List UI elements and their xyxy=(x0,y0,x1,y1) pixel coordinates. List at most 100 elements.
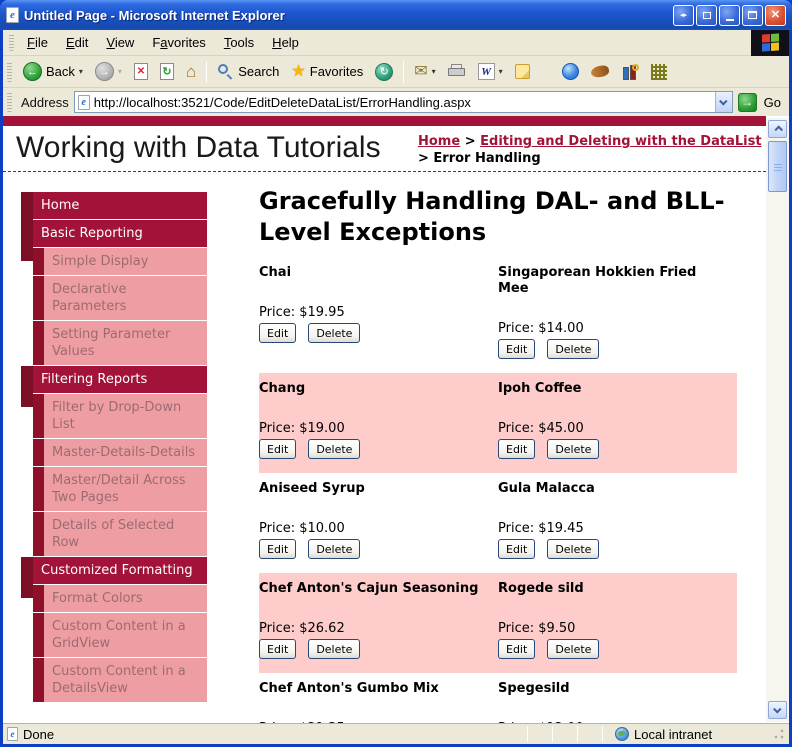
home-button[interactable]: ⌂ xyxy=(181,60,201,83)
standard-toolbar: ← Back ▾ → ▾ ✕ ↻ ⌂ Search ★ Favorites ↻ … xyxy=(3,56,789,88)
site-header: Working with Data Tutorials Home > Editi… xyxy=(3,126,766,172)
product-name: Chef Anton's Gumbo Mix xyxy=(259,681,439,696)
word-dropdown-icon[interactable]: ▾ xyxy=(499,67,503,76)
mail-button[interactable]: ✉ ▾ xyxy=(409,61,440,83)
product-item-chai: Chai Price: $19.95 Edit Delete xyxy=(259,265,498,359)
toolbar-separator xyxy=(403,60,405,83)
sidebar-item-setting-parameter-values[interactable]: Setting Parameter Values xyxy=(33,321,207,365)
product-name: Chef Anton's Cajun Seasoning xyxy=(259,581,479,596)
sidebar-item-simple-display[interactable]: Simple Display xyxy=(33,248,207,275)
product-price: Price: $45.00 xyxy=(498,421,584,436)
sidebar-item-home[interactable]: Home xyxy=(21,192,207,233)
print-button[interactable] xyxy=(443,61,471,82)
sidebar-item-customized-formatting[interactable]: Customized Formatting xyxy=(21,557,207,598)
go-button[interactable]: → xyxy=(737,92,757,112)
edit-button[interactable]: Edit xyxy=(498,339,536,359)
msn-button[interactable] xyxy=(557,60,584,83)
menu-favorites[interactable]: Favorites xyxy=(143,32,214,53)
reference-button[interactable] xyxy=(616,61,644,83)
product-name: Singaporean Hokkien Fried Mee xyxy=(498,265,697,296)
delete-button[interactable]: Delete xyxy=(547,439,600,459)
edit-button[interactable]: Edit xyxy=(498,639,536,659)
sidebar-item-basic-reporting[interactable]: Basic Reporting xyxy=(21,220,207,261)
forward-dropdown-icon[interactable]: ▾ xyxy=(118,67,122,76)
vertical-scrollbar[interactable] xyxy=(766,118,789,722)
sidebar-item-filter-by-drop-down-list[interactable]: Filter by Drop-Down List xyxy=(33,394,207,438)
breadcrumb-home-link[interactable]: Home xyxy=(418,134,460,149)
research-button[interactable] xyxy=(586,63,614,80)
addressbar-grip[interactable] xyxy=(7,92,12,112)
menu-file[interactable]: File xyxy=(18,32,57,53)
sidebar-item-custom-content-in-a-gridview[interactable]: Custom Content in a GridView xyxy=(33,613,207,657)
edit-with-word-button[interactable]: W ▾ xyxy=(473,60,508,83)
product-datalist: Chai Price: $19.95 Edit Delete Singaporean H… xyxy=(259,257,737,723)
delete-button[interactable]: Delete xyxy=(308,539,361,559)
refresh-button[interactable]: ↻ xyxy=(155,60,179,83)
edit-button[interactable]: Edit xyxy=(259,539,297,559)
search-icon xyxy=(217,63,234,80)
go-label: Go xyxy=(763,94,781,110)
sidebar-item-filtering-reports[interactable]: Filtering Reports xyxy=(21,366,207,407)
scroll-up-button[interactable] xyxy=(768,120,787,138)
delete-button[interactable]: Delete xyxy=(547,639,600,659)
menu-tools[interactable]: Tools xyxy=(215,32,263,53)
delete-button[interactable]: Delete xyxy=(308,439,361,459)
favorites-button[interactable]: ★ Favorites xyxy=(286,61,368,83)
window-title: Untitled Page - Microsoft Internet Explo… xyxy=(24,7,285,23)
breadcrumb-section-link[interactable]: Editing and Deleting with the DataList xyxy=(480,134,761,149)
messenger-button[interactable] xyxy=(646,61,672,83)
sidebar-item-master-details-details[interactable]: Master-Details-Details xyxy=(33,439,207,466)
forward-button[interactable]: → ▾ xyxy=(90,59,127,84)
title-bar[interactable]: e Untitled Page - Microsoft Internet Exp… xyxy=(0,0,792,30)
mail-dropdown-icon[interactable]: ▾ xyxy=(432,67,436,76)
sidebar-item-master-detail-across-two-pages[interactable]: Master/Detail Across Two Pages xyxy=(33,467,207,511)
stop-icon: ✕ xyxy=(133,63,148,80)
popout-button[interactable] xyxy=(696,4,717,26)
address-field[interactable]: e http://localhost:3521/Code/EditDeleteD… xyxy=(73,91,733,113)
toolbar-grip[interactable] xyxy=(7,60,12,83)
tile-arrows-button[interactable]: ◂▸ xyxy=(673,4,694,26)
resize-grip[interactable] xyxy=(773,728,785,740)
page-top-border xyxy=(3,116,766,126)
sidebar-item-declarative-parameters[interactable]: Declarative Parameters xyxy=(33,276,207,320)
datalist-row: Chai Price: $19.95 Edit Delete Singaporean H… xyxy=(259,257,737,373)
product-actions: Edit Delete xyxy=(498,439,727,459)
menu-help[interactable]: Help xyxy=(263,32,308,53)
delete-button[interactable]: Delete xyxy=(308,323,361,343)
sidebar-nav: Home Basic Reporting Simple Display Declara… xyxy=(21,192,207,703)
delete-button[interactable]: Delete xyxy=(308,639,361,659)
back-button[interactable]: ← Back ▾ xyxy=(18,59,88,84)
product-price: Price: $19.00 xyxy=(259,421,345,436)
edit-button[interactable]: Edit xyxy=(259,439,297,459)
menu-edit[interactable]: Edit xyxy=(57,32,97,53)
maximize-button[interactable] xyxy=(742,4,763,26)
delete-button[interactable]: Delete xyxy=(547,539,600,559)
back-dropdown-icon[interactable]: ▾ xyxy=(79,67,83,76)
breadcrumb-current: Error Handling xyxy=(433,151,541,166)
history-button[interactable]: ↻ xyxy=(370,60,398,84)
sidebar-item-custom-content-in-a-detailsview[interactable]: Custom Content in a DetailsView xyxy=(33,658,207,702)
edit-button[interactable]: Edit xyxy=(259,323,297,343)
edit-button[interactable]: Edit xyxy=(498,439,536,459)
menu-view[interactable]: View xyxy=(97,32,143,53)
minimize-button[interactable] xyxy=(719,4,740,26)
product-price: Price: $9.50 xyxy=(498,621,576,636)
stop-button[interactable]: ✕ xyxy=(129,60,153,83)
address-dropdown-button[interactable] xyxy=(714,92,732,112)
edit-button[interactable]: Edit xyxy=(498,539,536,559)
scroll-down-button[interactable] xyxy=(768,701,787,719)
scrollbar-thumb[interactable] xyxy=(768,141,787,192)
books-search-icon xyxy=(621,63,639,80)
delete-button[interactable]: Delete xyxy=(547,339,600,359)
discuss-button[interactable] xyxy=(510,61,535,82)
search-button[interactable]: Search xyxy=(212,60,284,83)
product-price: Price: $19.95 xyxy=(259,305,345,320)
sidebar-item-format-colors[interactable]: Format Colors xyxy=(33,585,207,612)
sidebar-item-details-of-selected-row[interactable]: Details of Selected Row xyxy=(33,512,207,556)
product-price: Price: $26.62 xyxy=(259,621,345,636)
edit-button[interactable]: Edit xyxy=(259,639,297,659)
menubar-grip[interactable] xyxy=(9,33,14,52)
close-button[interactable]: ✕ xyxy=(765,4,786,26)
breadcrumb: Home > Editing and Deleting with the Dat… xyxy=(418,133,766,167)
address-url[interactable]: http://localhost:3521/Code/EditDeleteDat… xyxy=(94,95,711,110)
